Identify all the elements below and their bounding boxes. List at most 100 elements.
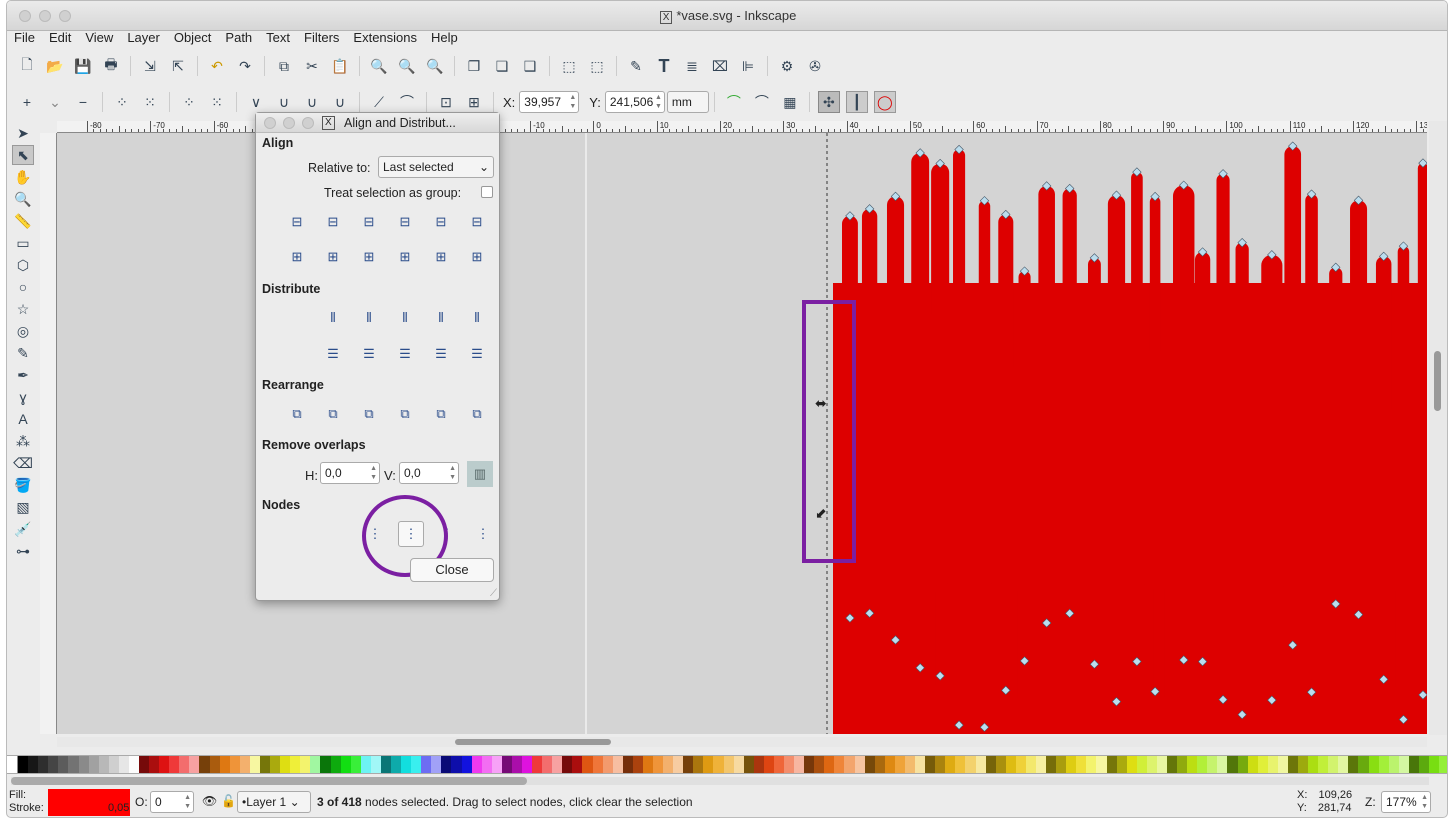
color-swatch[interactable] bbox=[1187, 756, 1198, 773]
distribute-top-button[interactable]: ☰ bbox=[320, 341, 346, 367]
color-swatch[interactable] bbox=[300, 756, 311, 773]
ungroup-icon[interactable]: ⬚ bbox=[586, 55, 608, 77]
duplicate-icon[interactable]: ❐ bbox=[463, 55, 485, 77]
color-swatch[interactable] bbox=[18, 756, 29, 773]
close-window-button[interactable] bbox=[19, 10, 31, 22]
color-swatch[interactable] bbox=[229, 756, 240, 773]
color-swatch[interactable] bbox=[189, 756, 200, 773]
open-icon[interactable]: 📂 bbox=[44, 55, 66, 77]
node-tool-icon[interactable]: ⬉ bbox=[12, 145, 34, 165]
color-swatch[interactable] bbox=[199, 756, 210, 773]
color-swatch[interactable] bbox=[68, 756, 79, 773]
color-swatch[interactable] bbox=[1116, 756, 1127, 773]
color-swatch[interactable] bbox=[592, 756, 603, 773]
distribute-baseline-v-button[interactable]: ☰ bbox=[464, 341, 490, 367]
exchange-z-order-button[interactable]: ⧉ bbox=[356, 401, 382, 427]
vertical-ruler[interactable] bbox=[40, 133, 57, 734]
color-swatch[interactable] bbox=[259, 756, 271, 773]
color-swatch[interactable] bbox=[320, 756, 331, 773]
resize-grip-icon[interactable]: ⟋ bbox=[490, 588, 497, 599]
color-swatch[interactable] bbox=[1328, 756, 1339, 773]
color-swatch[interactable] bbox=[1005, 756, 1016, 773]
color-swatch[interactable] bbox=[451, 756, 462, 773]
color-swatch[interactable] bbox=[1015, 756, 1026, 773]
color-swatch[interactable] bbox=[501, 756, 512, 773]
color-swatch[interactable] bbox=[179, 756, 190, 773]
show-transform-handles-icon[interactable]: ✣ bbox=[817, 91, 840, 113]
color-swatch[interactable] bbox=[431, 756, 442, 773]
join-segment-icon[interactable]: ⁘ bbox=[178, 91, 200, 113]
align-bottom-to-top-button[interactable]: ⊞ bbox=[284, 244, 310, 270]
color-swatch[interactable] bbox=[602, 756, 613, 773]
distribute-left-button[interactable]: ⫴ bbox=[320, 305, 346, 331]
stroke-to-path-icon[interactable]: ⊞ bbox=[463, 91, 485, 113]
zoom-selection-icon[interactable]: 🔍 bbox=[368, 55, 390, 77]
menu-extensions[interactable]: Extensions bbox=[346, 29, 424, 47]
pencil-tool-icon[interactable]: ✎ bbox=[12, 343, 34, 363]
text-tool-icon[interactable]: A bbox=[12, 409, 34, 429]
connector-tool-icon[interactable]: ⊶ bbox=[12, 541, 34, 561]
color-swatch[interactable] bbox=[1166, 756, 1178, 773]
segment-curve-icon[interactable]: ⌒ bbox=[396, 91, 418, 113]
group-icon[interactable]: ⬚ bbox=[558, 55, 580, 77]
show-outline-icon[interactable]: ◯ bbox=[873, 91, 896, 113]
path-effect-icon[interactable]: ⌒ bbox=[723, 91, 745, 113]
color-swatch[interactable] bbox=[219, 756, 230, 773]
distribute-center-h-button[interactable]: ⫴ bbox=[356, 305, 382, 331]
color-swatch[interactable] bbox=[532, 756, 543, 773]
color-swatch[interactable] bbox=[1177, 756, 1188, 773]
menu-object[interactable]: Object bbox=[167, 29, 219, 47]
color-swatch[interactable] bbox=[1348, 756, 1359, 773]
opacity-input[interactable]: 0 ▲ ▼ bbox=[150, 791, 194, 813]
color-swatch[interactable] bbox=[1237, 756, 1248, 773]
align-distribute-icon[interactable]: ⊫ bbox=[737, 55, 759, 77]
fill-stroke-icon[interactable]: ✎ bbox=[625, 55, 647, 77]
menu-layer[interactable]: Layer bbox=[120, 29, 167, 47]
delete-node-icon[interactable]: − bbox=[72, 91, 94, 113]
bucket-tool-icon[interactable]: 🪣 bbox=[12, 475, 34, 495]
color-swatch[interactable] bbox=[1418, 756, 1430, 773]
horizontal-scrollbar[interactable] bbox=[57, 737, 1427, 747]
color-swatch[interactable] bbox=[1197, 756, 1208, 773]
color-swatch[interactable] bbox=[612, 756, 623, 773]
color-swatch[interactable] bbox=[814, 756, 825, 773]
color-swatch[interactable] bbox=[945, 756, 956, 773]
show-handles-icon[interactable]: ┃ bbox=[845, 91, 868, 113]
color-swatch[interactable] bbox=[1398, 756, 1409, 773]
align-right-to-left-button[interactable]: ⊟ bbox=[284, 209, 310, 235]
distribute-center-v-button[interactable]: ☰ bbox=[356, 341, 382, 367]
calligraphy-tool-icon[interactable]: ɣ bbox=[12, 387, 34, 407]
color-swatch[interactable] bbox=[1076, 756, 1087, 773]
center-horizontal-button[interactable]: ⊞ bbox=[356, 244, 382, 270]
zoom-tool-icon[interactable]: 🔍 bbox=[12, 189, 34, 209]
color-swatch[interactable] bbox=[632, 756, 643, 773]
color-swatch[interactable] bbox=[1439, 756, 1447, 773]
color-swatch[interactable] bbox=[521, 756, 533, 773]
color-swatch[interactable] bbox=[713, 756, 724, 773]
menu-help[interactable]: Help bbox=[424, 29, 465, 47]
cusp-node-icon[interactable]: ∨ bbox=[245, 91, 267, 113]
color-swatch[interactable] bbox=[1156, 756, 1167, 773]
exchange-positions-button[interactable]: ⧉ bbox=[320, 401, 346, 427]
tweak-tool-icon[interactable]: ✋ bbox=[12, 167, 34, 187]
color-swatch[interactable] bbox=[824, 756, 835, 773]
color-swatch[interactable] bbox=[98, 756, 109, 773]
dialog-maximize-button[interactable] bbox=[302, 117, 314, 129]
preferences-icon[interactable]: ✇ bbox=[804, 55, 826, 77]
clone-icon[interactable]: ❏ bbox=[491, 55, 513, 77]
treat-as-group-checkbox[interactable] bbox=[481, 186, 493, 198]
color-swatch[interactable] bbox=[1035, 756, 1047, 773]
menu-filters[interactable]: Filters bbox=[297, 29, 346, 47]
color-swatch[interactable] bbox=[1318, 756, 1329, 773]
3dbox-tool-icon[interactable]: ⬡ bbox=[12, 255, 34, 275]
zoom-drawing-icon[interactable]: 🔍 bbox=[396, 55, 418, 77]
center-vertical-button[interactable]: ⊟ bbox=[356, 209, 382, 235]
color-swatch[interactable] bbox=[108, 756, 119, 773]
path-mask-icon[interactable]: ▦ bbox=[779, 91, 801, 113]
menu-text[interactable]: Text bbox=[259, 29, 297, 47]
remove-overlaps-button[interactable]: ▥ bbox=[467, 461, 493, 487]
color-swatch[interactable] bbox=[38, 756, 49, 773]
color-swatch[interactable] bbox=[1308, 756, 1319, 773]
color-swatch[interactable] bbox=[118, 756, 129, 773]
color-swatch[interactable] bbox=[1257, 756, 1268, 773]
